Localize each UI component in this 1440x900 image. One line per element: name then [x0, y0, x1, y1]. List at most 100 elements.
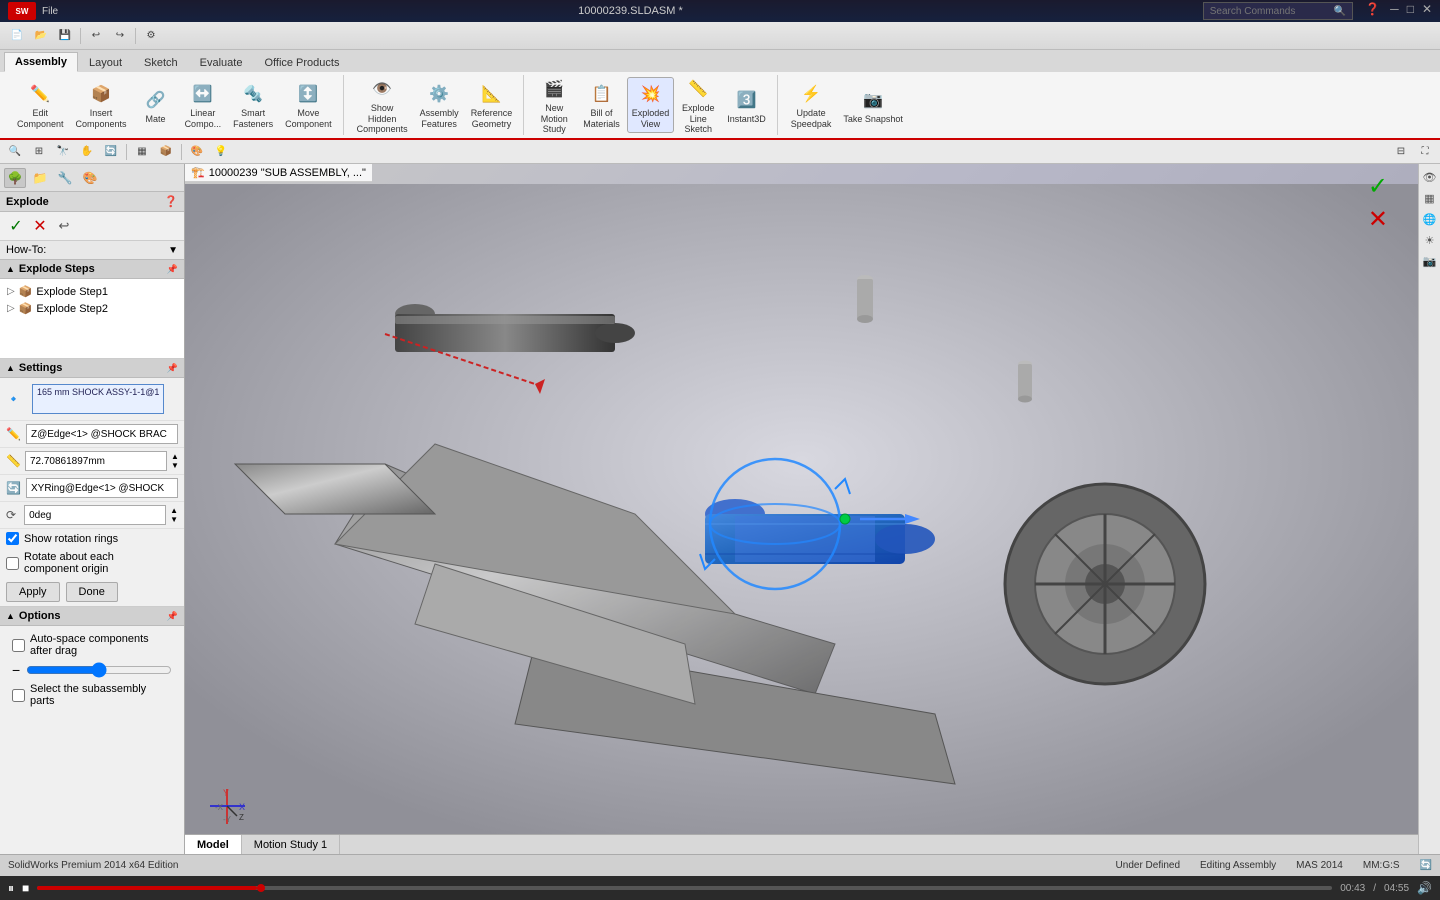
rebuild-btn[interactable]: ⚙	[140, 26, 162, 46]
show-rotation-rings-checkbox[interactable]	[6, 532, 19, 545]
ribbon-item-move-component[interactable]: ↕️ MoveComponent	[280, 77, 337, 133]
timeline-volume-icon[interactable]: 🔊	[1417, 881, 1432, 895]
options-collapse-icon[interactable]: ▲	[6, 611, 15, 621]
ribbon-item-assembly-features[interactable]: ⚙️ AssemblyFeatures	[415, 77, 464, 133]
sidebar-light-icon[interactable]: ☀	[1421, 231, 1439, 249]
distance-input[interactable]	[25, 451, 167, 471]
rotation-ref-input[interactable]	[26, 478, 178, 498]
timeline-thumb[interactable]	[257, 884, 265, 892]
appearance-icon[interactable]: 🎨	[186, 142, 208, 162]
distance-spin-down[interactable]: ▼	[171, 461, 179, 470]
zoom-fit-icon[interactable]: ⊞	[28, 142, 50, 162]
ribbon-item-exploded-view[interactable]: 💥 ExplodedView	[627, 77, 675, 133]
done-button[interactable]: Done	[66, 582, 118, 602]
explode-step-1-item[interactable]: ▷ 📦 Explode Step1	[4, 283, 180, 300]
sidebar-display-icon[interactable]: ▦	[1421, 189, 1439, 207]
rotate-about-each-checkbox[interactable]	[6, 557, 19, 570]
ribbon-item-smart-fasteners[interactable]: 🔩 SmartFasteners	[228, 77, 278, 133]
sidebar-view-icon[interactable]: 👁	[1421, 168, 1439, 186]
new-btn[interactable]: 📄	[6, 26, 28, 46]
timeline-progress-bar[interactable]	[37, 886, 1332, 890]
motion-study-tab[interactable]: Motion Study 1	[242, 835, 340, 854]
auto-space-checkbox[interactable]	[12, 639, 25, 652]
close-btn[interactable]: ✕	[1422, 2, 1432, 20]
tab-evaluate[interactable]: Evaluate	[189, 52, 254, 72]
rotate-icon[interactable]: 🔄	[100, 142, 122, 162]
tab-assembly[interactable]: Assembly	[4, 52, 78, 72]
timeline-stop-btn[interactable]: ■	[22, 881, 29, 895]
tab-layout[interactable]: Layout	[78, 52, 133, 72]
ribbon-item-update-speedpak[interactable]: ⚡ UpdateSpeedpak	[786, 77, 837, 133]
open-btn[interactable]: 📂	[30, 26, 52, 46]
feature-tree-tab[interactable]: 🌳	[4, 168, 26, 188]
maximize-btn[interactable]: □	[1407, 2, 1414, 20]
howto-dropdown-icon[interactable]: ▼	[168, 245, 178, 256]
edge-field[interactable]	[26, 424, 178, 444]
settings-collapse-icon[interactable]: ▲	[6, 363, 15, 373]
ribbon-item-show-hidden[interactable]: 👁️ ShowHiddenComponents	[352, 72, 413, 138]
appearance-manager-tab[interactable]: 🎨	[79, 168, 101, 188]
help-icon[interactable]: ❓	[1365, 2, 1380, 20]
options-pin-icon[interactable]: 📌	[167, 611, 178, 622]
explode-steps-collapse-icon[interactable]: ▲	[6, 264, 15, 274]
viewport-cancel-btn[interactable]: ✕	[1368, 205, 1388, 234]
display-style-icon[interactable]: ▦	[131, 142, 153, 162]
model-tab[interactable]: Model	[185, 835, 242, 854]
ribbon-item-new-motion[interactable]: 🎬 NewMotionStudy	[532, 72, 576, 138]
ribbon-item-explode-line[interactable]: 📏 ExplodeLineSketch	[676, 72, 720, 138]
auto-space-slider[interactable]	[26, 662, 172, 678]
tab-sketch[interactable]: Sketch	[133, 52, 189, 72]
undo-btn[interactable]: ↩	[85, 26, 107, 46]
ribbon-item-linear-component[interactable]: ↔️ LinearCompo...	[180, 77, 227, 133]
distance-spin-up[interactable]: ▲	[171, 452, 179, 461]
apply-button[interactable]: Apply	[6, 582, 60, 602]
distance-field-container: 📏 ▲ ▼	[0, 448, 184, 475]
slider-minus-icon[interactable]: −	[12, 662, 20, 678]
explode-cancel-btn[interactable]: ✕	[30, 216, 50, 236]
settings-pin-icon[interactable]: 📌	[167, 363, 178, 374]
angle-spin-up[interactable]: ▲	[170, 506, 178, 515]
viewport[interactable]: 🏗️ 10000239 "SUB ASSEMBLY, ..."	[185, 164, 1418, 854]
search-commands-input[interactable]	[1210, 6, 1330, 17]
ribbon-item-edit-component[interactable]: ✏️ EditComponent	[12, 77, 69, 133]
viewport-confirm-btn[interactable]: ✓	[1368, 172, 1388, 201]
full-screen-icon[interactable]: ⛶	[1414, 142, 1436, 162]
explode-confirm-btn[interactable]: ✓	[6, 216, 26, 236]
ribbon-item-bill-of-materials[interactable]: 📋 Bill ofMaterials	[578, 77, 625, 133]
ribbon-item-mate[interactable]: 🔗 Mate	[134, 83, 178, 128]
split-view-icon[interactable]: ⊟	[1390, 142, 1412, 162]
howto-label: How-To:	[6, 244, 46, 256]
explode-steps-pin-icon[interactable]: 📌	[167, 264, 178, 275]
config-manager-tab[interactable]: 🔧	[54, 168, 76, 188]
pan-icon[interactable]: ✋	[76, 142, 98, 162]
explode-undo-btn[interactable]: ↩	[54, 216, 74, 236]
tab-office-products[interactable]: Office Products	[253, 52, 350, 72]
ribbon-item-instant3d[interactable]: 3️⃣ Instant3D	[722, 83, 771, 128]
rotation-ref-container: 🔄	[0, 475, 184, 502]
lighting-icon[interactable]: 💡	[210, 142, 232, 162]
ribbon-item-reference-geometry[interactable]: 📐 ReferenceGeometry	[466, 77, 518, 133]
select-subassembly-checkbox[interactable]	[12, 689, 25, 702]
step1-expand-icon: ▷	[7, 286, 15, 297]
component-field[interactable]: 165 mm SHOCK ASSY-1-1@1	[32, 384, 164, 414]
rotation-angle-input[interactable]	[24, 505, 166, 525]
reference-geometry-icon: 📐	[477, 80, 505, 108]
explode-help-icon[interactable]: ❓	[164, 195, 178, 208]
explode-step-2-item[interactable]: ▷ 📦 Explode Step2	[4, 300, 180, 317]
titlebar-menu-file[interactable]: File	[42, 6, 58, 17]
minimize-btn[interactable]: ─	[1390, 2, 1399, 20]
angle-spin-down[interactable]: ▼	[170, 515, 178, 524]
ribbon-item-take-snapshot[interactable]: 📷 Take Snapshot	[838, 83, 908, 128]
sidebar-scene-icon[interactable]: 🌐	[1421, 210, 1439, 228]
ribbon-item-insert-components[interactable]: 📦 InsertComponents	[71, 77, 132, 133]
3d-viewport-svg[interactable]	[185, 184, 1418, 854]
zoom-area-icon[interactable]: 🔭	[52, 142, 74, 162]
save-btn[interactable]: 💾	[54, 26, 76, 46]
bolt-2-group	[1018, 361, 1032, 403]
sidebar-camera-icon[interactable]: 📷	[1421, 252, 1439, 270]
redo-btn[interactable]: ↪	[109, 26, 131, 46]
view-orientation-icon[interactable]: 📦	[155, 142, 177, 162]
property-manager-tab[interactable]: 📁	[29, 168, 51, 188]
zoom-in-icon[interactable]: 🔍	[4, 142, 26, 162]
timeline-pause-btn[interactable]: ⏸	[8, 881, 14, 896]
